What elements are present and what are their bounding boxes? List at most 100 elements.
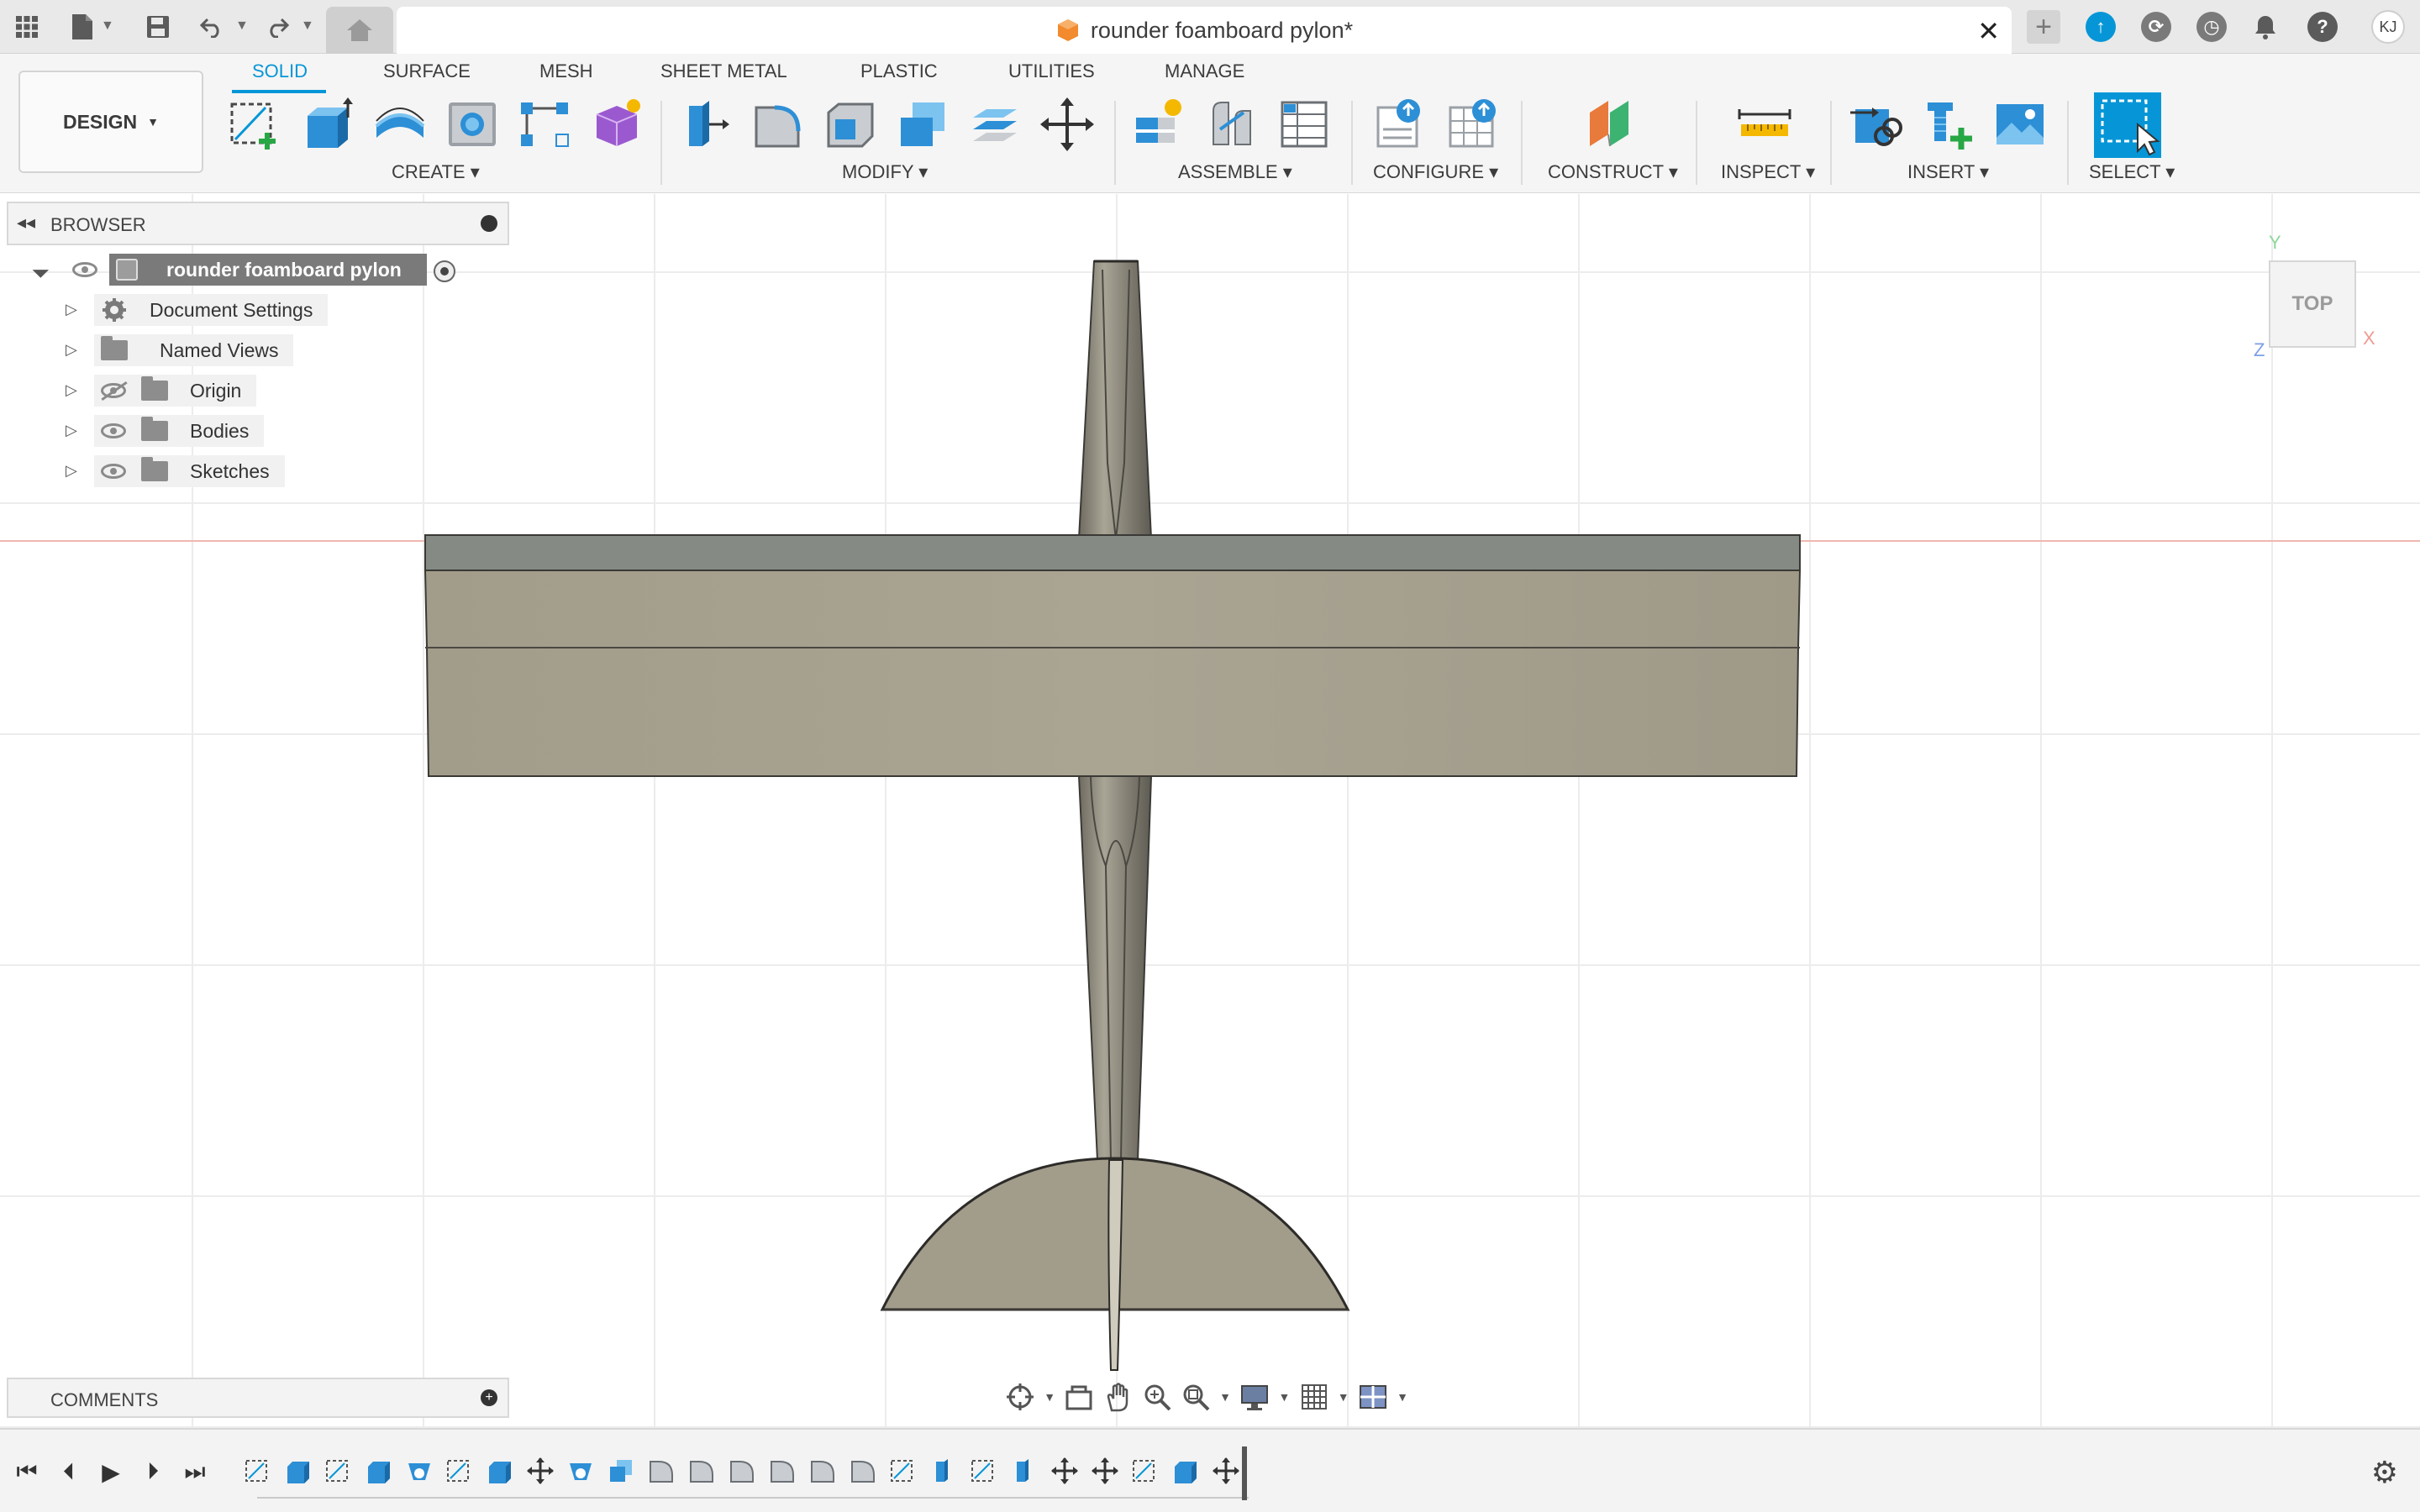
redo-caret-icon[interactable]: ▼ xyxy=(301,18,314,34)
timeline-extrude-icon[interactable] xyxy=(284,1457,313,1485)
new-component-icon[interactable] xyxy=(1131,96,1188,153)
hidden-eye-icon[interactable] xyxy=(101,381,128,402)
assemble-group-label[interactable]: ASSEMBLE ▾ xyxy=(1178,161,1292,183)
hole-icon[interactable] xyxy=(444,96,501,153)
fillet-icon[interactable] xyxy=(750,96,807,153)
offset-face-icon[interactable] xyxy=(966,96,1023,153)
timeline-combine-icon[interactable] xyxy=(607,1457,635,1485)
tab-sheet-metal[interactable]: SHEET METAL xyxy=(660,60,787,82)
insert-mcmaster-icon[interactable] xyxy=(1919,96,1976,153)
measure-icon[interactable] xyxy=(1736,96,1793,153)
tab-solid[interactable]: SOLID xyxy=(252,60,308,82)
timeline-loft-icon[interactable] xyxy=(405,1457,434,1485)
pattern-icon[interactable] xyxy=(516,96,573,153)
timeline-previous-icon[interactable]: ⏴ xyxy=(52,1455,86,1488)
workspace-switcher[interactable]: DESIGN ▼ xyxy=(18,71,203,173)
zoom-icon[interactable] xyxy=(1142,1382,1172,1412)
create-sketch-icon[interactable] xyxy=(227,96,284,153)
file-menu-caret-icon[interactable]: ▼ xyxy=(101,18,114,34)
file-menu-icon[interactable] xyxy=(66,10,99,44)
add-comment-icon[interactable]: + xyxy=(481,1389,497,1406)
expand-arrow-icon[interactable]: ▷ xyxy=(66,341,77,359)
help-icon[interactable]: ? xyxy=(2307,12,2338,42)
expand-arrow-icon[interactable]: ▷ xyxy=(66,462,77,480)
timeline-fillet-icon[interactable] xyxy=(768,1457,797,1485)
timeline-fillet-icon[interactable] xyxy=(687,1457,716,1485)
visibility-eye-icon[interactable] xyxy=(101,423,126,438)
timeline-last-icon[interactable]: ⏭ xyxy=(178,1455,212,1488)
move-copy-icon[interactable] xyxy=(1039,96,1096,153)
timeline-sketch-icon[interactable] xyxy=(970,1457,998,1485)
tab-surface[interactable]: SURFACE xyxy=(383,60,471,82)
modify-group-label[interactable]: MODIFY ▾ xyxy=(842,161,928,183)
tab-utilities[interactable]: UTILITIES xyxy=(1008,60,1095,82)
insert-group-label[interactable]: INSERT ▾ xyxy=(1907,161,1989,183)
activate-component-icon[interactable] xyxy=(434,260,455,282)
timeline-first-icon[interactable]: ⏮ xyxy=(10,1455,44,1488)
display-caret-icon[interactable]: ▼ xyxy=(1278,1390,1290,1404)
timeline-press-pull-icon[interactable] xyxy=(1010,1457,1039,1485)
insert-derive-icon[interactable] xyxy=(1847,96,1904,153)
timeline-settings-icon[interactable]: ⚙ xyxy=(2371,1455,2398,1490)
create-form-icon[interactable] xyxy=(588,96,645,153)
orbit-caret-icon[interactable]: ▼ xyxy=(1044,1390,1055,1404)
timeline-fillet-icon[interactable] xyxy=(849,1457,877,1485)
browser-panel[interactable]: ◂◂ BROWSER xyxy=(7,202,509,245)
select-group-label[interactable]: SELECT ▾ xyxy=(2089,161,2175,183)
timeline-press-pull-icon[interactable] xyxy=(929,1457,958,1485)
tab-plastic[interactable]: PLASTIC xyxy=(860,60,938,82)
notifications-icon[interactable] xyxy=(2249,10,2282,44)
pan-icon[interactable] xyxy=(1103,1382,1134,1412)
timeline-move-icon[interactable] xyxy=(1091,1457,1119,1485)
new-tab-icon[interactable]: + xyxy=(2027,10,2060,44)
viewcube[interactable]: TOP xyxy=(2269,260,2356,348)
tab-mesh[interactable]: MESH xyxy=(539,60,593,82)
document-settings-node[interactable]: Document Settings xyxy=(94,294,329,326)
joint-icon[interactable] xyxy=(1203,96,1260,153)
timeline-sketch-icon[interactable] xyxy=(244,1457,272,1485)
orbit-icon[interactable] xyxy=(1005,1382,1035,1412)
timeline-fillet-icon[interactable] xyxy=(728,1457,756,1485)
app-grid-icon[interactable] xyxy=(10,10,44,44)
undo-icon[interactable] xyxy=(195,10,229,44)
timeline-track[interactable] xyxy=(257,1497,1249,1499)
zoom-window-icon[interactable] xyxy=(1181,1382,1211,1412)
timeline-move-icon[interactable] xyxy=(1050,1457,1079,1485)
construct-group-label[interactable]: CONSTRUCT ▾ xyxy=(1548,161,1678,183)
look-at-icon[interactable] xyxy=(1064,1382,1094,1412)
press-pull-icon[interactable] xyxy=(677,96,734,153)
combine-icon[interactable] xyxy=(894,96,951,153)
select-tool-button[interactable] xyxy=(2094,92,2161,158)
close-tab-icon[interactable]: ✕ xyxy=(1977,15,2000,47)
model-view[interactable] xyxy=(0,194,2420,1428)
expand-arrow-icon[interactable]: ▷ xyxy=(66,422,77,439)
timeline-move-icon[interactable] xyxy=(1212,1457,1240,1485)
timeline-move-icon[interactable] xyxy=(526,1457,555,1485)
comments-panel[interactable]: COMMENTS + xyxy=(7,1378,509,1418)
timeline-extrude-icon[interactable] xyxy=(486,1457,514,1485)
timeline-sketch-icon[interactable] xyxy=(889,1457,918,1485)
timeline-extrude-icon[interactable] xyxy=(365,1457,393,1485)
undo-caret-icon[interactable]: ▼ xyxy=(235,18,249,34)
timeline-marker[interactable] xyxy=(1242,1446,1247,1500)
shell-icon[interactable] xyxy=(822,96,879,153)
create-group-label[interactable]: CREATE ▾ xyxy=(392,161,480,183)
configuration-table-icon[interactable] xyxy=(1444,96,1501,153)
browser-root-node[interactable]: rounder foamboard pylon xyxy=(109,254,427,286)
revolve-icon[interactable] xyxy=(371,96,429,153)
grid-settings-icon[interactable] xyxy=(1299,1382,1329,1412)
viewport-canvas[interactable] xyxy=(0,194,2420,1428)
viewports-icon[interactable] xyxy=(1358,1382,1388,1412)
timeline-sketch-icon[interactable] xyxy=(324,1457,353,1485)
user-avatar[interactable]: KJ xyxy=(2371,10,2405,44)
visibility-eye-icon[interactable] xyxy=(72,262,113,277)
timeline-sketch-icon[interactable] xyxy=(445,1457,474,1485)
job-status-icon[interactable]: ⟳ xyxy=(2141,12,2171,42)
grid-caret-icon[interactable]: ▼ xyxy=(1338,1390,1349,1404)
redo-icon[interactable] xyxy=(260,10,294,44)
expand-arrow-icon[interactable]: ▷ xyxy=(66,381,77,399)
extensions-icon[interactable]: ↑ xyxy=(2086,12,2116,42)
timeline-play-icon[interactable]: ▶ xyxy=(94,1455,128,1488)
timeline-loft-icon[interactable] xyxy=(566,1457,595,1485)
home-tab[interactable] xyxy=(326,7,393,54)
